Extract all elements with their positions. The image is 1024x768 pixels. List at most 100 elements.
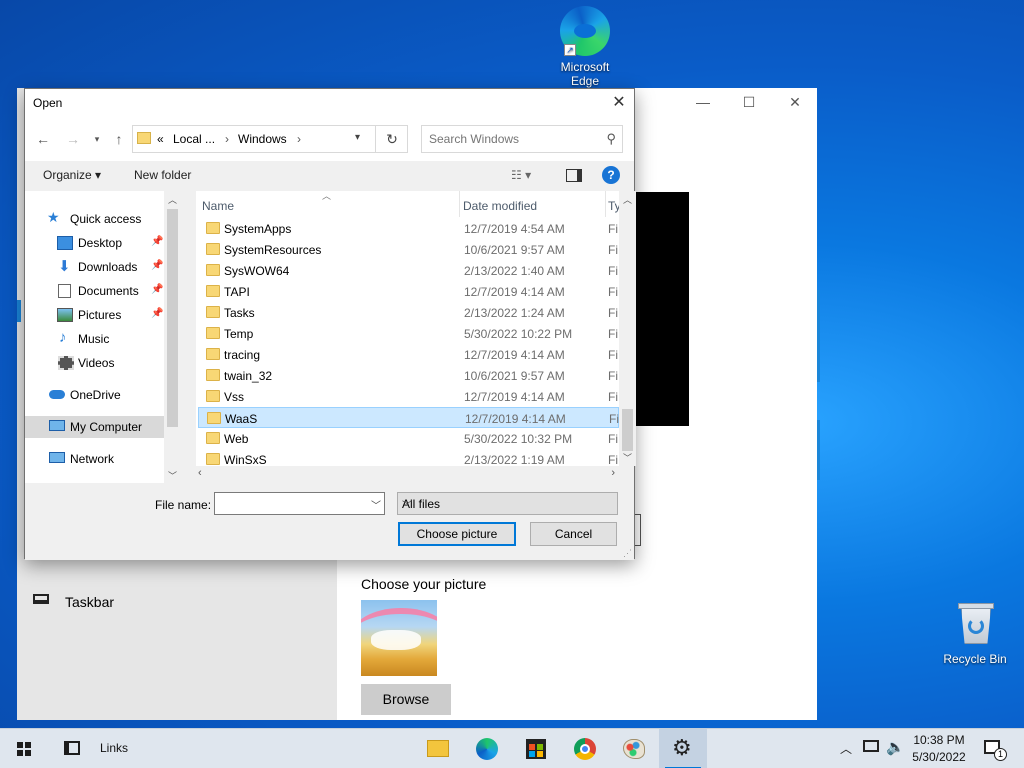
view-options-icon[interactable]: ☷ ▾ [511,168,531,182]
clock-time[interactable]: 10:38 PM [908,733,970,747]
new-folder-button[interactable]: New folder [134,168,191,182]
breadcrumb-local[interactable]: Local ... [173,132,215,146]
file-list-vertical-scrollbar[interactable]: ︿ ﹀ [619,191,636,466]
scroll-right-icon[interactable]: › [611,467,615,479]
search-input[interactable] [429,132,599,146]
organize-button[interactable]: Organize ▾ [43,168,101,182]
file-explorer-icon [427,740,449,757]
dialog-title: Open [33,96,63,110]
scroll-down-icon[interactable]: ﹀ [164,469,181,482]
nav-item-documents[interactable]: Documents 📌 [25,280,165,302]
nav-item-onedrive[interactable]: OneDrive [25,384,165,406]
up-arrow-icon[interactable]: ↑ [109,129,129,149]
pin-icon[interactable]: 📌 [151,284,163,295]
search-icon: ⚲ [606,131,616,146]
minimize-icon[interactable]: — [680,94,726,114]
taskbar-edge[interactable] [463,729,511,768]
taskbar-settings[interactable]: ⚙ [659,729,707,768]
scroll-thumb[interactable] [167,209,178,427]
show-hidden-icons-icon[interactable]: ︿ [840,740,852,757]
nav-item-downloads[interactable]: ⬇ Downloads 📌 [25,256,165,278]
column-header-date[interactable]: Date modified [459,191,605,217]
star-icon: ★ [47,209,60,225]
browse-button[interactable]: Browse [361,684,451,715]
task-view-button[interactable] [48,729,96,768]
nav-item-desktop[interactable]: Desktop 📌 [25,232,165,254]
file-type-filter[interactable]: All files ﹀ [397,492,618,515]
choose-picture-button[interactable]: Choose picture [398,522,516,546]
nav-item-music[interactable]: ♪ Music [25,328,165,350]
volume-icon[interactable]: 🔈 [886,738,905,756]
pin-icon[interactable]: 📌 [151,236,163,247]
close-icon[interactable]: ✕ [772,94,818,114]
file-type: Fi [608,243,618,257]
nav-item-network[interactable]: Network [25,448,165,470]
back-arrow-icon[interactable]: ← [33,129,53,149]
file-name: tracing [224,348,261,362]
pin-icon[interactable]: 📌 [151,260,163,271]
file-list-horizontal-scrollbar[interactable]: ‹ › [196,466,619,483]
clock-date[interactable]: 5/30/2022 [908,750,970,764]
file-name: Tasks [224,306,255,320]
table-row[interactable]: Tasks 2/13/2022 1:24 AM Fi [198,302,619,323]
taskbar-store[interactable] [512,729,560,768]
recycle-bin-icon [955,600,995,646]
desktop-icon-recycle-bin[interactable]: Recycle Bin [935,600,1015,666]
pictures-icon [57,308,73,322]
scroll-down-icon[interactable]: ﹀ [619,451,636,464]
table-row[interactable]: SystemApps 12/7/2019 4:54 AM Fi [198,218,619,239]
network-status-icon[interactable] [863,740,879,752]
scroll-thumb[interactable] [622,409,633,451]
address-dropdown-icon[interactable]: ▾ [355,132,360,143]
table-row[interactable]: Vss 12/7/2019 4:14 AM Fi [198,386,619,407]
table-row[interactable]: SystemResources 10/6/2021 9:57 AM Fi [198,239,619,260]
maximize-icon[interactable]: ☐ [726,94,772,114]
close-icon[interactable]: ✕ [604,89,634,117]
forward-arrow-icon[interactable]: → [63,129,83,149]
nav-item-quick-access[interactable]: ★ Quick access [25,208,165,230]
table-row[interactable]: Web 5/30/2022 10:32 PM Fi [198,428,619,449]
chevron-down-icon[interactable]: ﹀ [402,497,613,512]
column-header-type[interactable]: Ty [605,191,619,217]
nav-pane-scrollbar[interactable]: ︿ ﹀ [164,191,181,483]
scroll-left-icon[interactable]: ‹ [198,467,202,479]
help-icon[interactable]: ? [602,166,620,184]
file-name-input[interactable]: ﹀ [214,492,385,515]
taskbar-chrome[interactable] [561,729,609,768]
column-header-name[interactable]: Name ︿ [196,191,459,217]
breadcrumb-separator[interactable]: › [297,132,301,146]
breadcrumb-separator[interactable]: › [225,132,229,146]
table-row[interactable]: twain_32 10/6/2021 9:57 AM Fi [198,365,619,386]
table-row[interactable]: tracing 12/7/2019 4:14 AM Fi [198,344,619,365]
taskbar-file-explorer[interactable] [414,729,462,768]
table-row[interactable]: WaaS 12/7/2019 4:14 AM Fi [198,407,619,428]
edge-icon: ↗ [560,6,610,56]
address-bar[interactable]: « Local ... › Windows › ▾ [132,125,408,153]
preview-pane-icon[interactable] [566,169,582,182]
file-name: twain_32 [224,369,273,383]
breadcrumb-windows[interactable]: Windows [238,132,287,146]
nav-item-videos[interactable]: Videos [25,352,165,374]
table-row[interactable]: Temp 5/30/2022 10:22 PM Fi [198,323,619,344]
recent-dropdown-icon[interactable]: ▾ [87,129,107,149]
links-toolbar[interactable]: Links [100,741,128,755]
chevron-down-icon[interactable]: ﹀ [371,497,381,512]
recent-picture-thumbnail[interactable] [361,600,437,676]
pin-icon[interactable]: 📌 [151,308,163,319]
nav-item-pictures[interactable]: Pictures 📌 [25,304,165,326]
desktop-icon-edge[interactable]: ↗ Microsoft Edge [545,6,625,88]
cancel-button[interactable]: Cancel [530,522,617,546]
edge-icon [476,738,498,760]
scroll-up-icon[interactable]: ︿ [619,193,636,206]
table-row[interactable]: SysWOW64 2/13/2022 1:40 AM Fi [198,260,619,281]
taskbar-paint[interactable] [610,729,658,768]
resize-grip-icon[interactable]: ⋰ [623,548,632,559]
start-button[interactable] [0,729,48,768]
refresh-icon[interactable]: ↻ [375,125,408,153]
sidebar-item-taskbar[interactable]: Taskbar [31,590,331,612]
address-overflow-chevron[interactable]: « [157,132,164,146]
nav-item-my-computer[interactable]: My Computer [25,416,164,438]
search-box[interactable]: ⚲ [421,125,623,153]
scroll-up-icon[interactable]: ︿ [164,193,181,206]
table-row[interactable]: TAPI 12/7/2019 4:14 AM Fi [198,281,619,302]
